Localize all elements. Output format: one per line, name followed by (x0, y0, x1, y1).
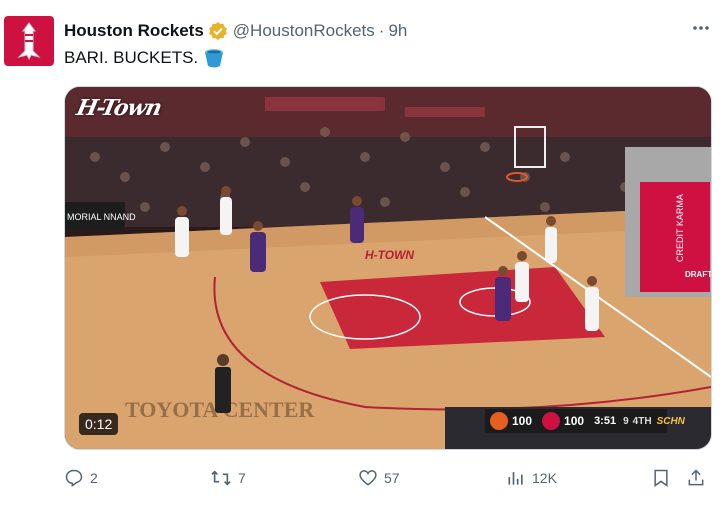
sideline-sponsor: CREDIT KARMA (675, 194, 685, 262)
heart-icon (359, 470, 377, 486)
home-team: 100 (537, 409, 589, 433)
away-score: 100 (512, 414, 533, 428)
like-count: 57 (384, 470, 400, 486)
more-options-icon[interactable] (691, 18, 711, 43)
game-clock: 3:51 (594, 415, 617, 427)
share-icon (688, 469, 704, 486)
video-duration: 0:12 (79, 413, 119, 435)
suns-logo-icon (490, 412, 508, 430)
verified-badge-icon (208, 21, 228, 41)
repost-icon (211, 470, 231, 486)
rockets-logo-icon (17, 22, 41, 61)
video-player[interactable]: H-TOWN TOYOTA CENTER MORIAL NNAND CREDIT… (64, 86, 712, 450)
rockets-small-logo-icon (542, 412, 561, 430)
tweet-body: BARI. BUCKETS. (64, 48, 199, 67)
home-score: 100 (564, 414, 585, 428)
h-town-watermark: H-Town (74, 95, 164, 121)
corner-sponsor: DRAFT KINGS (685, 270, 711, 279)
bucket-icon (203, 47, 225, 69)
game-period: 4TH (632, 415, 652, 427)
tweet-actions: 2 7 57 12K (64, 464, 710, 492)
left-sign-text: MORIAL NNAND (67, 212, 136, 222)
bookmark-icon (654, 469, 668, 487)
bookmark-button[interactable] (651, 468, 671, 488)
reply-button[interactable]: 2 (64, 468, 98, 488)
shot-clock: 9 (623, 415, 629, 427)
tweet-header: Houston Rockets @HoustonRockets · 9h (64, 19, 723, 43)
author-handle[interactable]: @HoustonRockets (233, 21, 375, 41)
network-logo: SCHN (656, 415, 685, 427)
post-time[interactable]: 9h (388, 21, 407, 41)
analytics-icon (508, 472, 523, 485)
avatar[interactable] (4, 16, 54, 66)
reply-icon (65, 469, 83, 487)
away-team: 100 (485, 409, 537, 433)
scorebug: 100 100 3:51 9 4TH SCHN (485, 409, 685, 433)
repost-count: 7 (238, 470, 246, 486)
share-button[interactable] (686, 468, 706, 488)
reply-count: 2 (90, 470, 98, 486)
separator-dot: · (378, 21, 385, 40)
like-button[interactable]: 57 (358, 468, 400, 488)
court-text: H-TOWN (365, 248, 414, 262)
author-name[interactable]: Houston Rockets (64, 21, 204, 41)
views-button[interactable]: 12K (506, 468, 557, 488)
tweet-text: BARI. BUCKETS. (64, 47, 225, 69)
video-frame: H-TOWN TOYOTA CENTER MORIAL NNAND CREDIT… (65, 87, 711, 449)
view-count: 12K (532, 470, 557, 486)
repost-button[interactable]: 7 (210, 468, 246, 488)
